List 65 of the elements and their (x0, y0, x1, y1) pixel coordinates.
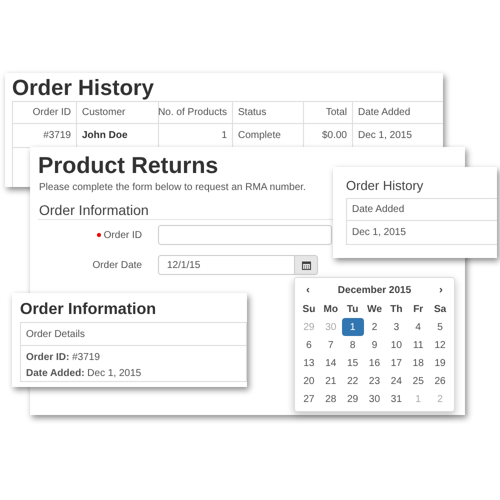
panel-heading: Order Details (21, 323, 246, 346)
calendar-day[interactable]: 7 (320, 336, 342, 354)
calendar-day[interactable]: 28 (320, 390, 342, 408)
field-label: Order ID (104, 228, 142, 242)
calendar-button[interactable] (295, 255, 318, 275)
description-text: Please complete the form below to request an RMA number. (39, 181, 306, 195)
weekday-label: Th (389, 302, 404, 316)
card-title: Order History (346, 177, 424, 195)
panel-title: Order History (12, 75, 154, 101)
column-header: No. of Products (159, 102, 233, 123)
detail-text: Date Added: Dec 1, 2015 (26, 367, 142, 381)
calendar-day[interactable]: 27 (298, 390, 320, 408)
calendar-day[interactable]: 14 (320, 354, 342, 372)
calendar-day[interactable]: 11 (407, 336, 430, 354)
calendar-day[interactable]: 18 (407, 354, 430, 372)
next-month-button[interactable]: › (430, 282, 451, 298)
calendar-day[interactable]: 15 (342, 354, 364, 372)
calendar-day[interactable]: 1 (342, 318, 364, 336)
column-header: Date Added (347, 199, 497, 221)
calendar-day[interactable]: 2 (364, 318, 386, 336)
calendar-day[interactable]: 25 (407, 372, 430, 390)
weekday-label: We (366, 302, 383, 316)
table-cell: Dec 1, 2015 (347, 221, 497, 245)
calendar-day[interactable]: 6 (298, 336, 320, 354)
column-header: Order ID (13, 102, 77, 123)
calendar-day[interactable]: 8 (342, 336, 364, 354)
field-label: Order Date (92, 258, 142, 272)
month-label: December 2015 (338, 284, 412, 298)
calendar-icon (302, 260, 310, 270)
date-field[interactable]: 12/1/15 (158, 255, 295, 275)
calendar-day[interactable]: 20 (298, 372, 320, 390)
calendar-day[interactable]: 26 (429, 372, 451, 390)
column-header: Total (304, 102, 353, 123)
calendar-day[interactable]: 13 (298, 354, 320, 372)
weekday-label: Mo (322, 302, 339, 316)
calendar-day[interactable]: 21 (320, 372, 342, 390)
calendar-day[interactable]: 3 (385, 318, 408, 336)
calendar-day[interactable]: 16 (364, 354, 386, 372)
calendar-day[interactable]: 24 (385, 372, 408, 390)
panel-title: Product Returns (38, 151, 218, 179)
column-header: Date Added (353, 102, 443, 123)
required-marker-icon (96, 233, 101, 237)
calendar-day[interactable]: 4 (407, 318, 430, 336)
card-title: Order Information (20, 300, 156, 320)
calendar-day[interactable]: 5 (429, 318, 451, 336)
weekday-label: Sa (432, 302, 448, 316)
weekday-label: Tu (346, 302, 360, 316)
calendar-day[interactable]: 17 (385, 354, 408, 372)
calendar-day[interactable]: 31 (385, 390, 408, 408)
column-header: Customer (77, 102, 159, 123)
calendar-day[interactable]: 29 (342, 390, 364, 408)
weekday-label: Su (302, 302, 316, 316)
calendar-day[interactable]: 9 (364, 336, 386, 354)
calendar-day[interactable]: 19 (429, 354, 451, 372)
weekday-label: Fr (412, 302, 424, 316)
calendar-day[interactable]: 12 (429, 336, 451, 354)
calendar-day[interactable]: 23 (364, 372, 386, 390)
calendar-day[interactable]: 10 (385, 336, 408, 354)
column-header: Status (233, 102, 304, 123)
section-title: Order Information (39, 201, 149, 220)
calendar-day[interactable]: 30 (364, 390, 386, 408)
input-field[interactable] (158, 225, 332, 245)
calendar-day[interactable]: 22 (342, 372, 364, 390)
previous-month-button[interactable]: ‹ (298, 282, 318, 298)
detail-text: Order ID: #3719 (26, 351, 101, 365)
